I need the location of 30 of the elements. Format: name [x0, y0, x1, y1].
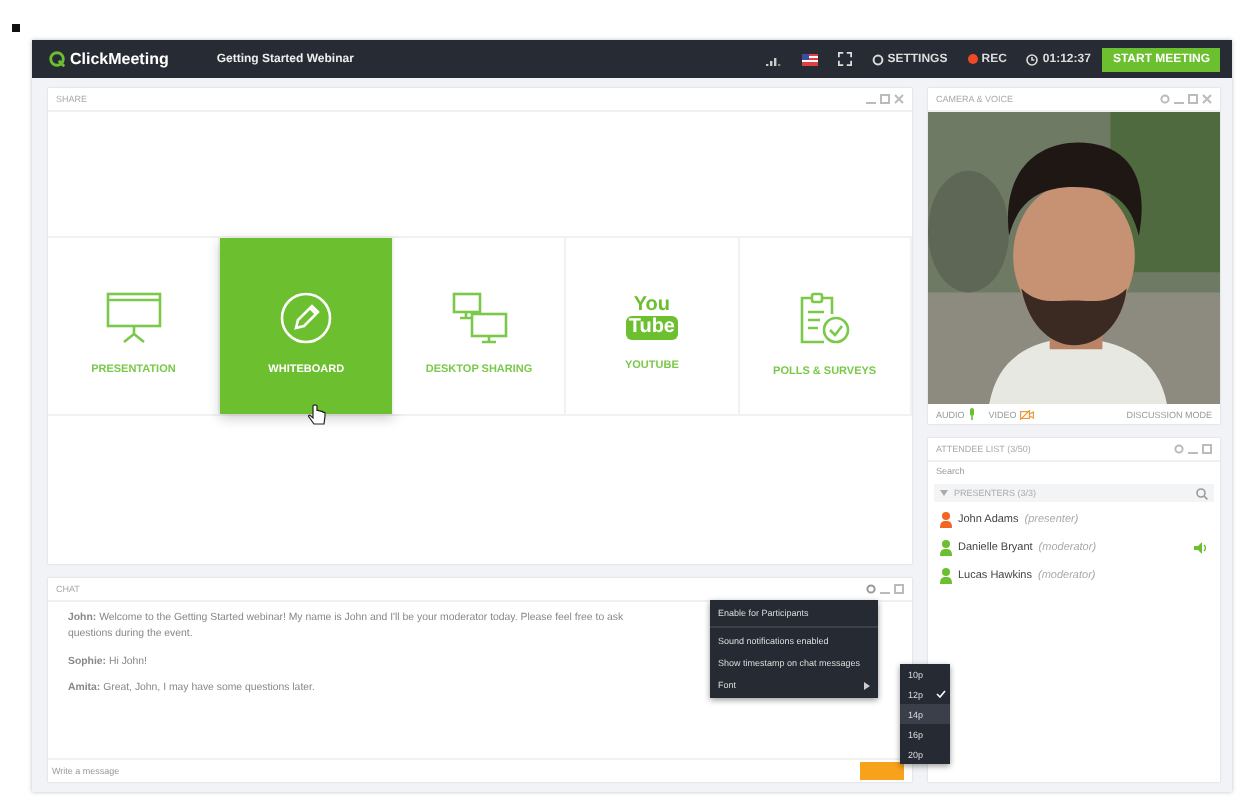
corner-mark: [12, 24, 20, 32]
settings-icon[interactable]: [1174, 444, 1184, 454]
close-icon[interactable]: [894, 94, 904, 104]
hand-cursor-icon: [308, 404, 326, 426]
fullscreen-icon[interactable]: [837, 52, 852, 66]
search-icon[interactable]: [1196, 487, 1208, 499]
signal-icon: [765, 53, 782, 65]
settings-icon[interactable]: [866, 584, 876, 594]
caret-icon: [940, 490, 948, 496]
camera-off-icon: [1020, 409, 1035, 419]
send-button[interactable]: [860, 762, 904, 780]
maximize-icon[interactable]: [1188, 94, 1198, 104]
projector-screen-icon: [105, 292, 162, 344]
pencil-icon: [280, 292, 333, 344]
monitors-icon: [451, 292, 508, 344]
close-icon[interactable]: [1202, 94, 1212, 104]
submenu-arrow-icon: [864, 681, 870, 689]
microphone-icon: [968, 408, 977, 420]
maximize-icon[interactable]: [880, 94, 890, 104]
maximize-icon[interactable]: [1202, 444, 1212, 454]
clock-icon: [1026, 53, 1039, 65]
flag-icon[interactable]: [801, 53, 818, 65]
logo-text: ClickMeeting: [70, 50, 169, 68]
settings-icon[interactable]: [1160, 94, 1170, 104]
record-dot-icon: [967, 54, 978, 64]
logo-icon: [48, 50, 66, 68]
settings-icon: [871, 53, 884, 65]
clipboard-check-icon: [796, 290, 853, 346]
video-logo: You Tube: [626, 296, 677, 340]
maximize-icon[interactable]: [894, 584, 904, 594]
